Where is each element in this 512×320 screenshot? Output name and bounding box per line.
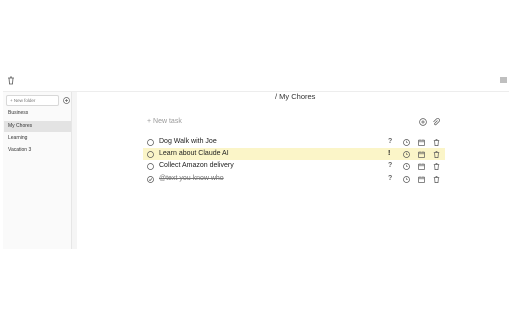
checkbox-checked-icon[interactable]	[147, 175, 154, 183]
new-task-button[interactable]: + New task	[147, 117, 182, 126]
new-folder-input[interactable]	[6, 95, 59, 106]
task-label: Collect Amazon delivery	[159, 162, 234, 169]
hamburger-menu-icon[interactable]	[500, 77, 507, 83]
page-title: / My Chores	[275, 92, 316, 101]
sidebar-folder-my-chores[interactable]: My Chores	[4, 121, 71, 132]
plus-circle-icon[interactable]	[63, 97, 70, 104]
checkbox-circle-icon[interactable]	[147, 162, 154, 170]
trash-icon[interactable]	[433, 138, 440, 146]
priority-marker[interactable]: ?	[388, 173, 392, 185]
sidebar-folder-business[interactable]: Business	[4, 108, 71, 119]
priority-marker[interactable]: !	[388, 148, 390, 160]
sidebar-folder-learning[interactable]: Learning	[4, 133, 71, 144]
clock-icon[interactable]	[403, 150, 410, 158]
trash-icon[interactable]	[433, 150, 440, 158]
task-label: @text you know who	[159, 175, 224, 182]
task-row-completed[interactable]: @text you know who ?	[143, 173, 445, 185]
calendar-icon[interactable]	[418, 138, 425, 146]
clock-icon[interactable]	[403, 162, 410, 170]
plus-circle-icon[interactable]	[419, 118, 427, 126]
clock-icon[interactable]	[403, 175, 410, 183]
priority-marker[interactable]: ?	[388, 160, 392, 172]
task-row[interactable]: Collect Amazon delivery ?	[143, 160, 445, 172]
trash-icon[interactable]	[433, 175, 440, 183]
sidebar-folder-vacation[interactable]: Vacation 3	[4, 145, 71, 156]
checkbox-circle-icon[interactable]	[147, 150, 154, 158]
calendar-icon[interactable]	[418, 150, 425, 158]
calendar-icon[interactable]	[418, 162, 425, 170]
trash-icon[interactable]	[433, 162, 440, 170]
clock-icon[interactable]	[403, 138, 410, 146]
priority-marker[interactable]: ?	[388, 136, 392, 148]
checkbox-circle-icon[interactable]	[147, 138, 154, 146]
paperclip-icon[interactable]	[432, 118, 440, 126]
calendar-icon[interactable]	[418, 175, 425, 183]
task-row-highlighted[interactable]: Learn about Claude AI !	[143, 148, 445, 160]
task-label: Learn about Claude AI	[159, 150, 229, 157]
task-label: Dog Walk with Joe	[159, 138, 217, 145]
trash-icon[interactable]	[7, 76, 15, 85]
task-row[interactable]: Dog Walk with Joe ?	[143, 136, 445, 148]
